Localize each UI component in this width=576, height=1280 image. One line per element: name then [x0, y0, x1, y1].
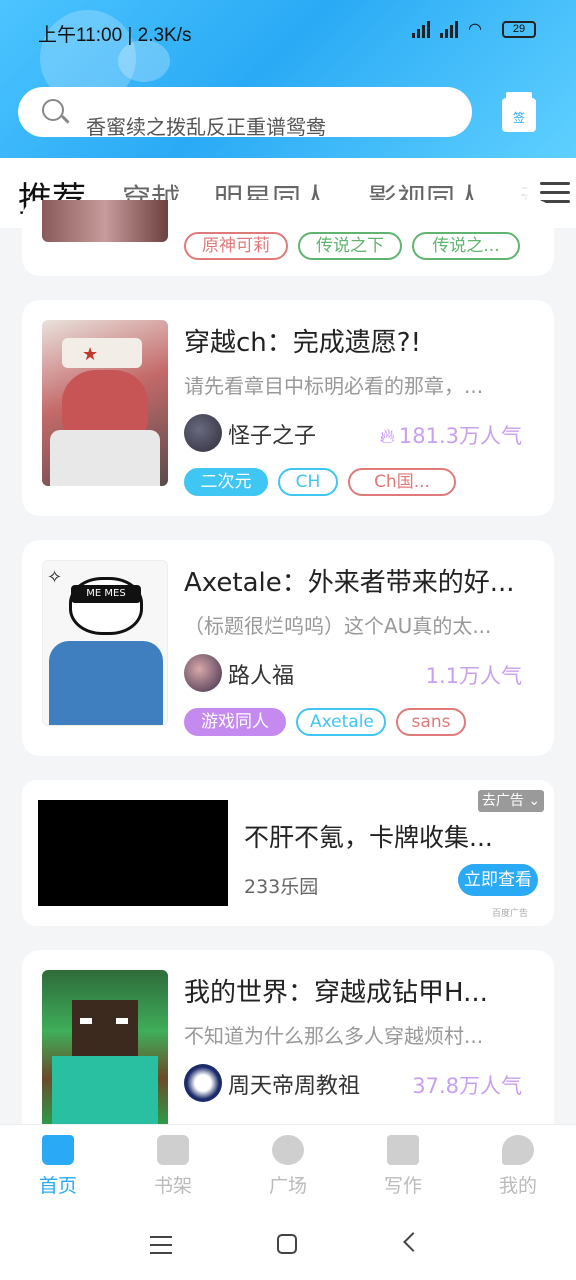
bookshelf-icon: [157, 1135, 189, 1165]
ad-card[interactable]: 不肝不氪，卡牌收集... 233乐园 去广告 ⌄ 立即查看 百度广告: [22, 780, 554, 926]
chat-bubble-icon: [502, 1135, 534, 1165]
author-name[interactable]: 周天帝周教祖: [228, 1068, 360, 1100]
book-description: 请先看章目中标明必看的那章，...: [184, 374, 484, 398]
tag[interactable]: Ch国...: [348, 468, 456, 496]
book-title[interactable]: 穿越ch：完成遗愿?!: [184, 322, 544, 359]
ad-view-button[interactable]: 立即查看: [458, 864, 538, 896]
tag[interactable]: 传说之下: [298, 232, 402, 260]
ad-source: 233乐园: [244, 876, 319, 898]
book-card[interactable]: 原神可莉 传说之下 传说之...: [22, 200, 554, 276]
tag[interactable]: 二次元: [184, 468, 268, 496]
header: 上午11:00 | 2.3K/s ◠ 29 香蜜续之拨乱反正重谱鸳鸯 签: [0, 0, 576, 158]
author-name[interactable]: 怪子之子: [228, 418, 316, 450]
author-name[interactable]: 路人福: [228, 658, 294, 690]
author-avatar[interactable]: [184, 654, 222, 692]
tag[interactable]: 传说之...: [412, 232, 520, 260]
status-icons: ◠ 29: [412, 20, 536, 38]
gift-checkin-icon[interactable]: 签: [502, 92, 536, 132]
tag[interactable]: sans: [396, 708, 466, 736]
back-icon[interactable]: [403, 1232, 423, 1252]
nav-square[interactable]: 广场: [248, 1135, 328, 1198]
home-square-icon[interactable]: [277, 1234, 297, 1254]
book-card[interactable]: 我的世界：穿越成钻甲H... 不知道为什么那么多人穿越烦村... 周天帝周教祖 …: [22, 950, 554, 1124]
home-icon: [42, 1135, 74, 1165]
remove-ad-button[interactable]: 去广告 ⌄: [478, 790, 544, 812]
book-title[interactable]: 我的世界：穿越成钻甲H...: [184, 972, 544, 1009]
tag[interactable]: CH: [278, 468, 338, 496]
nav-write[interactable]: 写作: [363, 1135, 443, 1198]
flame-icon: 🔥︎: [379, 424, 395, 448]
book-card[interactable]: ME MES ✧ Axetale：外来者带来的好... （标题很烂呜呜）这个AU…: [22, 540, 554, 756]
tag[interactable]: 游戏同人: [184, 708, 286, 736]
status-time: 上午11:00 | 2.3K/s: [38, 25, 192, 46]
wifi-icon: ◠: [468, 19, 482, 38]
book-cover: ★: [42, 320, 168, 486]
book-cover: [42, 970, 168, 1124]
search-bar[interactable]: 香蜜续之拨乱反正重谱鸳鸯: [18, 87, 472, 140]
book-title[interactable]: Axetale：外来者带来的好...: [184, 562, 544, 599]
popularity: 37.8万人气: [412, 1074, 522, 1098]
recents-icon[interactable]: [150, 1236, 172, 1254]
book-cover: ME MES ✧: [42, 560, 168, 726]
book-card[interactable]: ★ 穿越ch：完成遗愿?! 请先看章目中标明必看的那章，... 怪子之子 🔥︎ 1…: [22, 300, 554, 516]
bottom-navigation: 首页 书架 广场 写作 我的: [0, 1124, 576, 1210]
tag[interactable]: Axetale: [296, 708, 386, 736]
search-icon: [42, 99, 64, 121]
book-description: 不知道为什么那么多人穿越烦村...: [184, 1024, 484, 1048]
planet-icon: [272, 1135, 304, 1165]
book-cover: [42, 200, 168, 242]
author-avatar[interactable]: [184, 414, 222, 452]
pencil-icon: [387, 1135, 419, 1165]
ad-title[interactable]: 不肝不氪，卡牌收集...: [244, 818, 493, 854]
popularity: 🔥︎ 181.3万人气: [379, 424, 522, 448]
nav-bookshelf[interactable]: 书架: [133, 1135, 213, 1198]
nav-me[interactable]: 我的: [478, 1135, 558, 1198]
status-bar: 上午11:00 | 2.3K/s ◠ 29: [0, 14, 576, 50]
signal-icon: [412, 20, 430, 38]
ad-label: 百度广告: [492, 909, 529, 919]
book-description: （标题很烂呜呜）这个AU真的太...: [184, 614, 492, 638]
tag[interactable]: 原神可莉: [184, 232, 288, 260]
popularity: 1.1万人气: [425, 664, 522, 688]
search-input[interactable]: 香蜜续之拨乱反正重谱鸳鸯: [86, 111, 326, 140]
nav-home[interactable]: 首页: [18, 1135, 98, 1198]
ad-image[interactable]: [38, 800, 228, 906]
system-navigation-bar: [0, 1210, 576, 1280]
battery-icon: 29: [502, 20, 536, 38]
author-avatar[interactable]: [184, 1064, 222, 1102]
signal-icon: [440, 20, 458, 38]
